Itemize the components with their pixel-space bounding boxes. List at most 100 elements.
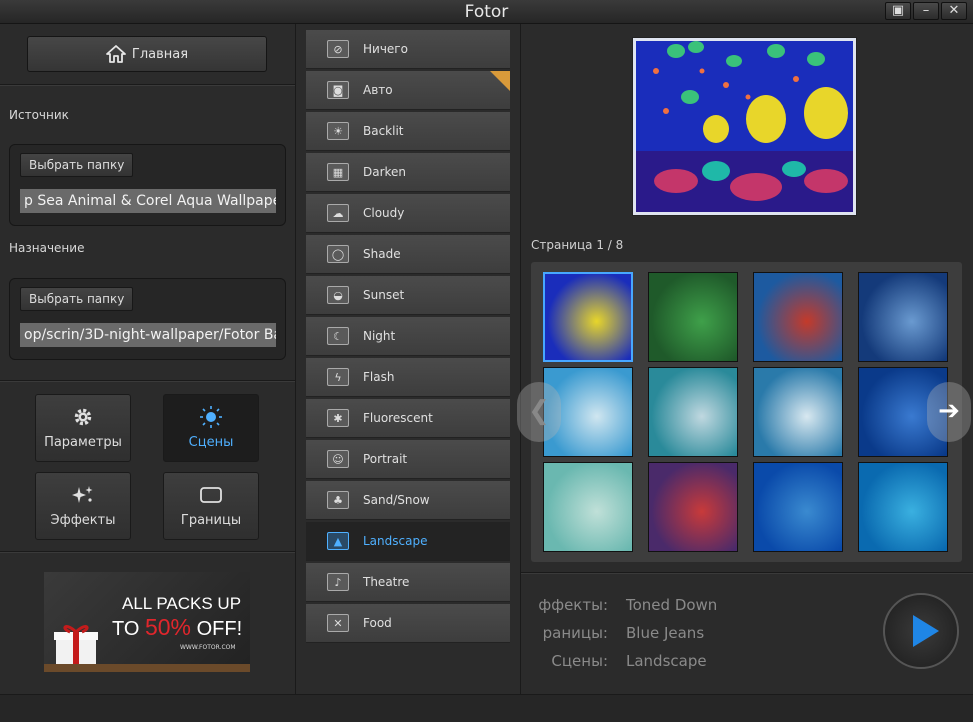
thumbnail[interactable] (543, 462, 633, 552)
scene-icon: ✱ (327, 409, 349, 427)
next-page-button[interactable]: ➔ (927, 382, 971, 442)
scene-item[interactable]: ☁ Cloudy (306, 194, 510, 233)
destination-box: Выбрать папку op/scrin/3D-night-wallpape… (9, 278, 286, 360)
borders-tool-button[interactable]: Границы (163, 472, 259, 540)
promo-percent: 50% (144, 614, 192, 640)
thumbnail[interactable] (753, 367, 843, 457)
star-icon (490, 71, 510, 91)
thumbnail[interactable] (753, 462, 843, 552)
scene-item[interactable]: ♪ Theatre (306, 563, 510, 602)
minimize-button[interactable]: – (913, 2, 939, 20)
source-label: Источник (9, 108, 69, 122)
chevron-left-icon: ❮ (528, 396, 550, 426)
scene-icon: ϟ (327, 368, 349, 386)
arrow-right-icon: ➔ (938, 396, 960, 426)
scene-item[interactable]: ◒ Sunset (306, 276, 510, 315)
promo-site: WWW.FOTOR.COM (180, 644, 236, 651)
thumbnail[interactable] (753, 272, 843, 362)
scene-item[interactable]: ▲ Landscape (306, 522, 510, 561)
scene-icon: ☾ (327, 327, 349, 345)
frame-icon (200, 487, 222, 503)
scene-item[interactable]: ☀ Backlit (306, 112, 510, 151)
destination-folder-button[interactable]: Выбрать папку (20, 287, 134, 311)
left-panel: Главная Источник Выбрать папку p Sea Ani… (0, 24, 296, 694)
title-bar: Fotor ▣ – ✕ (0, 0, 973, 24)
effects-label: Эффекты (50, 513, 116, 528)
effects-tool-button[interactable]: Эффекты (35, 472, 131, 540)
scene-label: Night (363, 329, 396, 343)
scene-label: Flash (363, 370, 395, 384)
window-title: Fotor (464, 2, 509, 22)
promo-line1: ALL PACKS UP (122, 594, 242, 613)
gear-icon (74, 408, 92, 426)
scene-label: Darken (363, 165, 407, 179)
thumbnail[interactable] (543, 272, 633, 362)
scene-label: Theatre (363, 575, 410, 589)
source-path-field[interactable]: p Sea Animal & Corel Aqua Wallpapers/ (20, 189, 276, 213)
play-icon (913, 615, 939, 647)
scene-item[interactable]: ✕ Food (306, 604, 510, 643)
promo-banner[interactable]: ALL PACKS UP TO 50% OFF! WWW.FOTOR.COM (44, 572, 250, 672)
scene-label: Food (363, 616, 392, 630)
scenes-label: Сцены (188, 435, 234, 450)
params-tool-button[interactable]: Параметры (35, 394, 131, 462)
promo-off: OFF! (191, 618, 243, 640)
thumbnail-grid (531, 262, 962, 562)
scenes-tool-button[interactable]: Сцены (163, 394, 259, 462)
thumbnail[interactable] (858, 462, 948, 552)
right-panel: Страница 1 / 8 ❮ ➔ ффекты: Toned Down ра… (517, 24, 973, 694)
scene-icon: ✕ (327, 614, 349, 632)
thumbnail[interactable] (858, 272, 948, 362)
status-bar (0, 694, 973, 722)
scene-icon: ☀ (327, 122, 349, 140)
destination-path-field[interactable]: op/scrin/3D-night-wallpaper/Fotor Batch (20, 323, 276, 347)
thumbnail[interactable] (648, 462, 738, 552)
scene-item[interactable]: ⊘ Ничего (306, 30, 510, 69)
thumbnail[interactable] (648, 272, 738, 362)
source-box: Выбрать папку p Sea Animal & Corel Aqua … (9, 144, 286, 226)
params-label: Параметры (44, 435, 122, 450)
scene-label: Sunset (363, 288, 405, 302)
prev-page-button[interactable]: ❮ (517, 382, 561, 442)
scene-icon: ▦ (327, 163, 349, 181)
destination-label: Назначение (9, 241, 85, 255)
scene-item[interactable]: ◯ Shade (306, 235, 510, 274)
sparkle-icon (72, 486, 93, 503)
scene-label: Fluorescent (363, 411, 433, 425)
scene-icon: ☁ (327, 204, 349, 222)
home-label: Главная (131, 46, 189, 62)
page-indicator: Страница 1 / 8 (531, 238, 624, 252)
preview-image (633, 38, 856, 215)
scene-label: Ничего (363, 42, 408, 56)
close-button[interactable]: ✕ (941, 2, 967, 20)
scene-icon: ◒ (327, 286, 349, 304)
scene-item[interactable]: ▦ Darken (306, 153, 510, 192)
scene-label: Shade (363, 247, 401, 261)
borders-label: Границы (180, 513, 242, 528)
home-button[interactable]: Главная (27, 36, 267, 72)
scene-icon: ♪ (327, 573, 349, 591)
scene-icon: ▲ (327, 532, 349, 550)
scene-item[interactable]: ϟ Flash (306, 358, 510, 397)
promo-to: TO (112, 618, 145, 640)
scene-item[interactable]: ◙ Авто (306, 71, 510, 110)
scene-item[interactable]: ♣ Sand/Snow (306, 481, 510, 520)
source-folder-button[interactable]: Выбрать папку (20, 153, 134, 177)
scene-label: Cloudy (363, 206, 405, 220)
scene-label: Landscape (363, 534, 428, 548)
scene-item[interactable]: ☺ Portrait (306, 440, 510, 479)
scene-list-panel: ⊘ Ничего ◙ Авто ☀ Backlit ▦ Darken ☁ Cloudy ◯ Shade… (296, 24, 521, 694)
scene-icon: ♣ (327, 491, 349, 509)
start-button[interactable] (883, 593, 959, 669)
home-icon (106, 45, 126, 63)
thumbnail[interactable] (648, 367, 738, 457)
scene-item[interactable]: ☾ Night (306, 317, 510, 356)
restore-button[interactable]: ▣ (885, 2, 911, 20)
scene-label: Авто (363, 83, 393, 97)
scene-label: Backlit (363, 124, 404, 138)
scene-icon: ⊘ (327, 40, 349, 58)
scene-icon: ◯ (327, 245, 349, 263)
scene-label: Portrait (363, 452, 408, 466)
scene-item[interactable]: ✱ Fluorescent (306, 399, 510, 438)
sun-icon (200, 406, 222, 428)
